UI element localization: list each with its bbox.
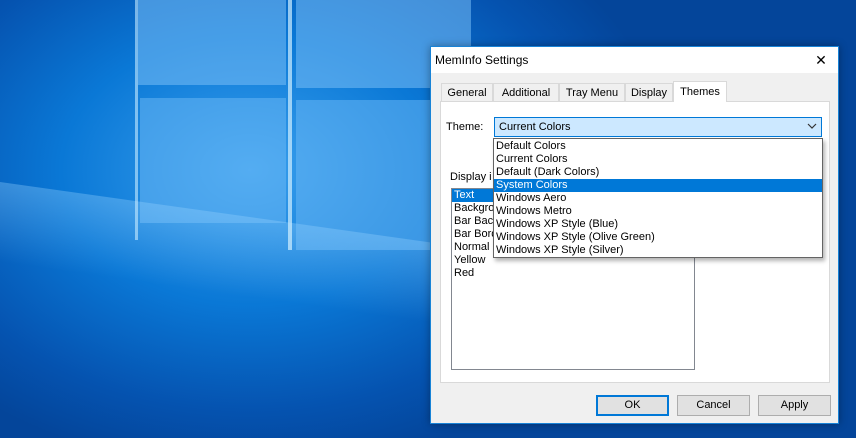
chevron-down-icon [807, 121, 817, 133]
theme-options-list: Default Colors Current Colors Default (D… [493, 138, 823, 258]
theme-option[interactable]: Windows XP Style (Olive Green) [494, 231, 822, 244]
tab-tray-menu[interactable]: Tray Menu [559, 83, 625, 101]
tab-display[interactable]: Display [625, 83, 673, 101]
ok-button[interactable]: OK [596, 395, 669, 416]
theme-option[interactable]: Windows Metro [494, 205, 822, 218]
tab-additional[interactable]: Additional [493, 83, 559, 101]
theme-option[interactable]: Windows XP Style (Blue) [494, 218, 822, 231]
theme-dropdown[interactable]: Current Colors [494, 117, 822, 137]
wallpaper-frame-line [135, 0, 138, 240]
title-bar[interactable]: MemInfo Settings ✕ [431, 47, 838, 73]
theme-label: Theme: [446, 121, 484, 133]
theme-option[interactable]: Windows Aero [494, 192, 822, 205]
theme-option[interactable]: Default Colors [494, 140, 822, 153]
apply-button[interactable]: Apply [758, 395, 831, 416]
close-icon[interactable]: ✕ [804, 47, 838, 73]
tab-general[interactable]: General [441, 83, 493, 101]
theme-option[interactable]: Current Colors [494, 153, 822, 166]
display-items-label: Display i [450, 171, 492, 183]
window-title: MemInfo Settings [435, 53, 529, 67]
cancel-button[interactable]: Cancel [677, 395, 750, 416]
theme-option[interactable]: Default (Dark Colors) [494, 166, 822, 179]
settings-dialog: MemInfo Settings ✕ General Additional Tr… [430, 46, 839, 424]
wallpaper-pane [138, 0, 286, 85]
theme-option[interactable]: System Colors [494, 179, 822, 192]
theme-option[interactable]: Windows XP Style (Silver) [494, 244, 822, 257]
wallpaper-frame-line [288, 0, 292, 250]
list-item[interactable]: Text [452, 189, 494, 202]
list-item[interactable]: Red [452, 267, 694, 280]
theme-selected-value: Current Colors [499, 121, 571, 133]
tab-themes[interactable]: Themes [673, 81, 727, 102]
